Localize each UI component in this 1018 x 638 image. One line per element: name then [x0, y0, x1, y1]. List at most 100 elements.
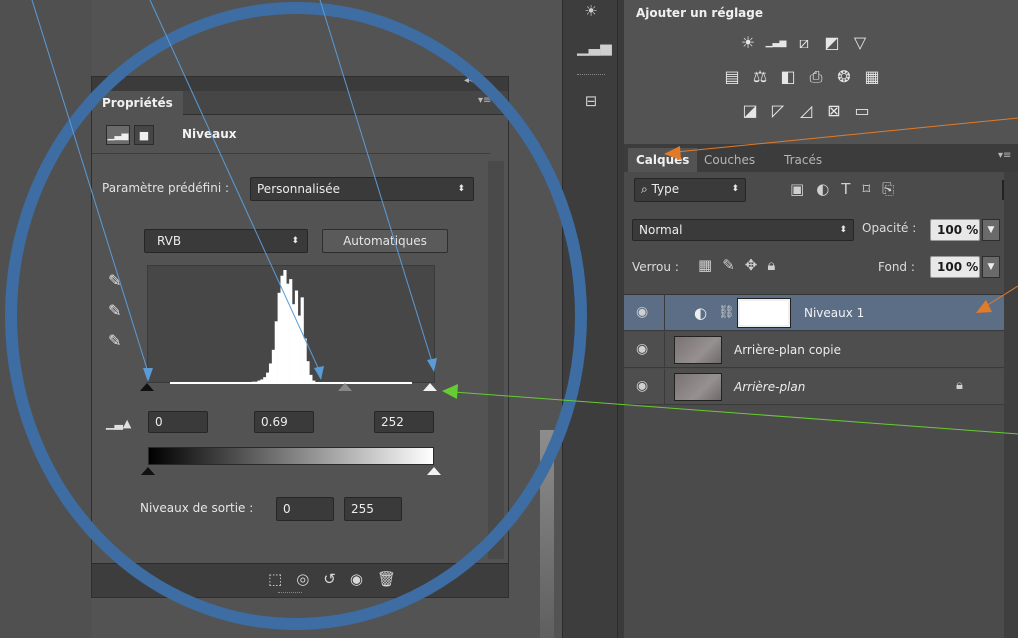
adjustment-filter-icon[interactable]: ◐: [816, 180, 841, 198]
panel-dock-strip: ☀ ▁▃▅ ⊟: [562, 0, 618, 638]
vibrance-icon[interactable]: ▽: [848, 32, 872, 54]
pixel-filter-icon[interactable]: ▣: [790, 180, 816, 198]
black-point-eyedropper-icon[interactable]: ✎: [108, 271, 121, 290]
white-point-eyedropper-icon[interactable]: ✎: [108, 331, 121, 350]
visibility-eye-icon[interactable]: ◉: [636, 378, 648, 394]
layer-row-arriere-plan[interactable]: ◉ Arrière-plan 🔒︎: [624, 369, 1004, 405]
trash-icon[interactable]: 🗑︎: [377, 570, 410, 588]
clip-to-layer-icon[interactable]: ⬚: [268, 570, 296, 588]
histogram-bin: [274, 321, 278, 384]
lock-icon: 🔒︎: [956, 378, 963, 393]
visibility-eye-icon[interactable]: ◉: [636, 341, 648, 357]
chain-link-icon[interactable]: ⛓: [718, 305, 735, 320]
properties-menu-icon[interactable]: ▾≡: [478, 95, 491, 106]
select-arrows-icon: ⬍: [457, 184, 465, 194]
histogram-dock-icon[interactable]: ▁▃▅: [577, 36, 612, 58]
auto-button[interactable]: Automatiques: [322, 229, 448, 253]
layer-row-arriere-plan-copie[interactable]: ◉ Arrière-plan copie: [624, 332, 1004, 368]
histogram-bin: [289, 279, 293, 384]
dock-grip[interactable]: [577, 74, 605, 76]
layer-thumbnail[interactable]: [674, 336, 722, 364]
channel-mixer-icon[interactable]: ❂: [832, 66, 856, 88]
gamma-input-slider[interactable]: [337, 383, 352, 391]
layer-name[interactable]: Niveaux 1: [804, 306, 864, 320]
brightness-icon[interactable]: ☀: [736, 32, 760, 54]
fill-dropdown-button[interactable]: ▼: [982, 256, 1000, 278]
histogram-bin: [303, 338, 307, 384]
layer-thumbnail[interactable]: [674, 373, 722, 401]
tab-calques[interactable]: Calques: [628, 148, 698, 172]
tab-couches[interactable]: Couches: [696, 148, 763, 172]
select-arrows-icon: ⬍: [731, 184, 739, 194]
gray-point-eyedropper-icon[interactable]: ✎: [108, 301, 121, 320]
adjustment-name: Niveaux: [182, 127, 237, 141]
white-output-slider[interactable]: [427, 467, 441, 475]
lock-pixels-icon[interactable]: ✎: [722, 256, 745, 274]
levels-panel-icon[interactable]: ▁▃▅: [106, 125, 130, 145]
tab-traces[interactable]: Tracés: [776, 148, 830, 172]
input-black-field[interactable]: 0: [148, 411, 208, 433]
type-filter-icon[interactable]: T: [841, 180, 862, 198]
lock-position-icon[interactable]: ✥: [745, 256, 768, 274]
histogram-bin: [300, 297, 304, 384]
input-levels-slider-track: [140, 383, 437, 393]
preset-label: Paramètre prédéfini :: [102, 181, 230, 195]
clipping-warning-icon[interactable]: ▁▃▲: [106, 417, 131, 430]
reset-icon[interactable]: ↺: [323, 570, 350, 588]
exposure-icon[interactable]: ◩: [820, 32, 844, 54]
output-white-field[interactable]: 255: [344, 497, 402, 521]
shape-filter-icon[interactable]: ⌑: [862, 180, 882, 198]
layer-mask-thumbnail[interactable]: [737, 298, 791, 328]
black-white-icon[interactable]: ◧: [776, 66, 800, 88]
properties-dock-icon[interactable]: ⊟: [577, 90, 605, 112]
layers-panel-menu-icon[interactable]: ▾≡: [998, 150, 1011, 161]
white-input-slider[interactable]: [422, 383, 437, 391]
resize-grip[interactable]: [278, 592, 302, 594]
mask-panel-icon[interactable]: ■: [134, 125, 154, 145]
channel-value: RVB: [157, 234, 182, 248]
lock-icons: ▦✎✥🔒︎: [698, 256, 785, 274]
layers-scrollbar[interactable]: [1004, 172, 1018, 638]
histogram-bin: [292, 304, 296, 384]
tab-proprietes[interactable]: Propriétés: [92, 91, 183, 115]
channel-select[interactable]: RVB ⬍: [144, 229, 308, 253]
invert-icon[interactable]: ◪: [738, 100, 762, 122]
histogram-bin: [280, 275, 284, 384]
layer-name[interactable]: Arrière-plan copie: [734, 343, 841, 357]
selective-color-icon[interactable]: ⊠: [822, 100, 846, 122]
canvas-scrollbar[interactable]: [540, 430, 554, 638]
toggle-visibility-icon[interactable]: ◉: [350, 570, 377, 588]
opacity-input[interactable]: 100 %: [930, 219, 980, 241]
properties-scrollbar[interactable]: [488, 161, 504, 559]
hue-saturation-icon[interactable]: ▤: [720, 66, 744, 88]
layer-filter-select[interactable]: ⌕ Type ⬍: [634, 178, 746, 202]
gradient-map-icon[interactable]: ▭: [850, 100, 874, 122]
collapse-icon[interactable]: ◂◂: [464, 75, 474, 86]
input-gamma-field[interactable]: 0.69: [254, 411, 314, 433]
black-output-slider[interactable]: [141, 467, 155, 475]
view-previous-state-icon[interactable]: ◎: [296, 570, 323, 588]
histogram-bin: [297, 315, 301, 384]
fill-input[interactable]: 100 %: [930, 256, 980, 278]
color-balance-icon[interactable]: ⚖: [748, 66, 772, 88]
curves-icon[interactable]: ⧄: [792, 32, 816, 54]
lock-all-icon[interactable]: 🔒︎: [767, 256, 785, 274]
visibility-eye-icon[interactable]: ◉: [636, 304, 648, 320]
output-black-field[interactable]: 0: [276, 497, 334, 521]
brightness-dock-icon[interactable]: ☀: [577, 0, 605, 22]
smart-object-filter-icon[interactable]: ⎘: [882, 180, 906, 198]
threshold-icon[interactable]: ◿: [794, 100, 818, 122]
posterize-icon[interactable]: ◸: [766, 100, 790, 122]
layer-row-niveaux-1[interactable]: ◉ ◐ ⛓ Niveaux 1: [624, 295, 1004, 331]
layer-name[interactable]: Arrière-plan: [734, 380, 805, 394]
photo-filter-icon[interactable]: ⎙: [804, 66, 828, 88]
color-lookup-icon[interactable]: ▦: [860, 66, 884, 88]
black-input-slider[interactable]: [140, 383, 154, 391]
preset-select[interactable]: Personnalisée ⬍: [250, 177, 474, 201]
levels-icon[interactable]: ▁▃▅: [764, 32, 788, 54]
input-white-field[interactable]: 252: [374, 411, 434, 433]
opacity-dropdown-button[interactable]: ▼: [982, 219, 1000, 241]
properties-title-bar[interactable]: ◂◂: [92, 75, 508, 91]
blend-mode-select[interactable]: Normal ⬍: [632, 219, 854, 241]
lock-transparency-icon[interactable]: ▦: [698, 256, 722, 274]
